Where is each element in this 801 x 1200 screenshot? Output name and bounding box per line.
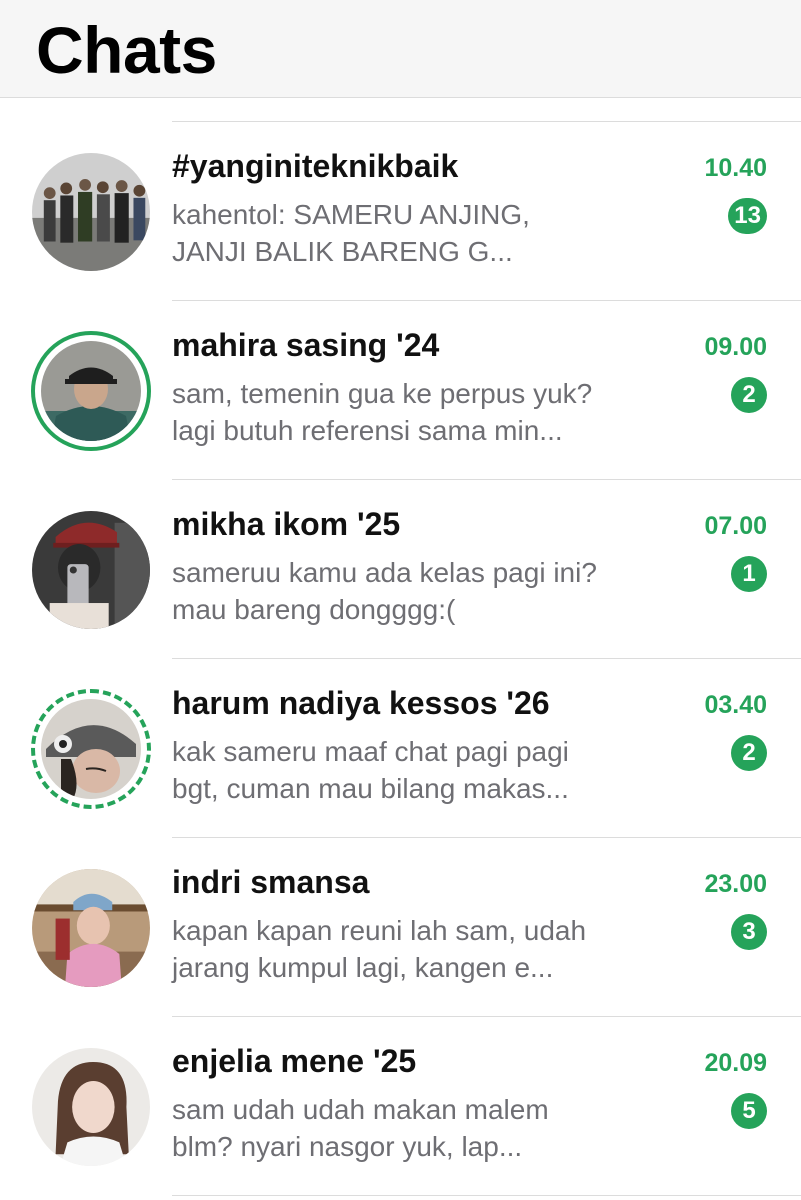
chat-row[interactable]: mikha ikom '25 sameruu kamu ada kelas pa… xyxy=(0,480,801,659)
unread-badge: 3 xyxy=(731,914,767,950)
avatar-wrapper xyxy=(31,152,151,272)
divider xyxy=(172,1195,801,1196)
chat-preview-line: blm? nyari nasgor yuk, lap... xyxy=(172,1131,523,1162)
chat-preview-line: lagi butuh referensi sama min... xyxy=(172,415,563,446)
avatar[interactable] xyxy=(32,869,150,987)
chat-preview-line: JANJI BALIK BARENG G... xyxy=(172,236,513,267)
chat-time: 07.00 xyxy=(704,512,767,540)
avatar[interactable] xyxy=(32,511,150,629)
chat-row-group[interactable]: #yanginiteknikbaik kahentol: SAMERU ANJI… xyxy=(0,122,801,301)
unread-badge: 2 xyxy=(731,377,767,413)
unread-badge: 5 xyxy=(731,1093,767,1129)
chat-name: mikha ikom '25 xyxy=(172,506,401,542)
chat-time: 03.40 xyxy=(704,691,767,719)
chat-preview-line: sameruu kamu ada kelas pagi ini? xyxy=(172,557,597,588)
chats-screen: Chats #yanginiteknikbaik kahentol: SAMER… xyxy=(0,0,801,1200)
chat-preview-line: kahentol: SAMERU ANJING, xyxy=(172,199,530,230)
chat-preview-line: mau bareng dongggg:( xyxy=(172,594,456,625)
page-title: Chats xyxy=(36,13,217,87)
chat-row[interactable]: mahira sasing '24 sam, temenin gua ke pe… xyxy=(0,301,801,480)
chat-name: harum nadiya kessos '26 xyxy=(172,685,550,721)
chat-row[interactable]: harum nadiya kessos '26 kak sameru maaf … xyxy=(0,659,801,838)
chat-list: #yanginiteknikbaik kahentol: SAMERU ANJI… xyxy=(0,122,801,1196)
chat-time: 10.40 xyxy=(704,154,767,182)
chat-row[interactable]: indri smansa kapan kapan reuni lah sam, … xyxy=(0,838,801,1017)
chat-preview-line: kapan kapan reuni lah sam, udah xyxy=(172,915,587,946)
unread-badge: 1 xyxy=(731,556,767,592)
avatar[interactable] xyxy=(32,1048,150,1166)
chat-row[interactable]: enjelia mene '25 sam udah udah makan mal… xyxy=(0,1017,801,1196)
avatar-wrapper xyxy=(31,510,151,630)
chat-name: mahira sasing '24 xyxy=(172,327,440,363)
status-ring[interactable] xyxy=(31,689,151,809)
chat-preview-line: kak sameru maaf chat pagi pagi xyxy=(172,736,569,767)
chat-preview: sameruu kamu ada kelas pagi ini? mau bar… xyxy=(172,554,662,628)
chat-time: 23.00 xyxy=(704,870,767,898)
chat-preview-line: sam, temenin gua ke perpus yuk? xyxy=(172,378,593,409)
chat-time: 09.00 xyxy=(704,333,767,361)
chat-preview-line: jarang kumpul lagi, kangen e... xyxy=(172,952,554,983)
chat-preview: kapan kapan reuni lah sam, udah jarang k… xyxy=(172,912,662,986)
unread-badge: 2 xyxy=(731,735,767,771)
chat-preview: sam udah udah makan malem blm? nyari nas… xyxy=(172,1091,662,1165)
chat-time: 20.09 xyxy=(704,1049,767,1077)
unread-badge: 13 xyxy=(728,198,767,234)
chat-name: indri smansa xyxy=(172,864,370,900)
chat-preview: kahentol: SAMERU ANJING, JANJI BALIK BAR… xyxy=(172,196,662,270)
chat-preview: kak sameru maaf chat pagi pagi bgt, cuma… xyxy=(172,733,662,807)
avatar xyxy=(41,341,141,441)
chat-preview: sam, temenin gua ke perpus yuk? lagi but… xyxy=(172,375,662,449)
avatar-wrapper xyxy=(31,1047,151,1167)
chat-preview-line: sam udah udah makan malem xyxy=(172,1094,549,1125)
chat-name: enjelia mene '25 xyxy=(172,1043,417,1079)
group-avatar[interactable] xyxy=(32,153,150,271)
chat-preview-line: bgt, cuman mau bilang makas... xyxy=(172,773,569,804)
chat-name: #yanginiteknikbaik xyxy=(172,148,459,184)
avatar xyxy=(41,699,141,799)
avatar-wrapper xyxy=(31,868,151,988)
status-ring[interactable] xyxy=(31,331,151,451)
chats-header: Chats xyxy=(0,0,801,98)
